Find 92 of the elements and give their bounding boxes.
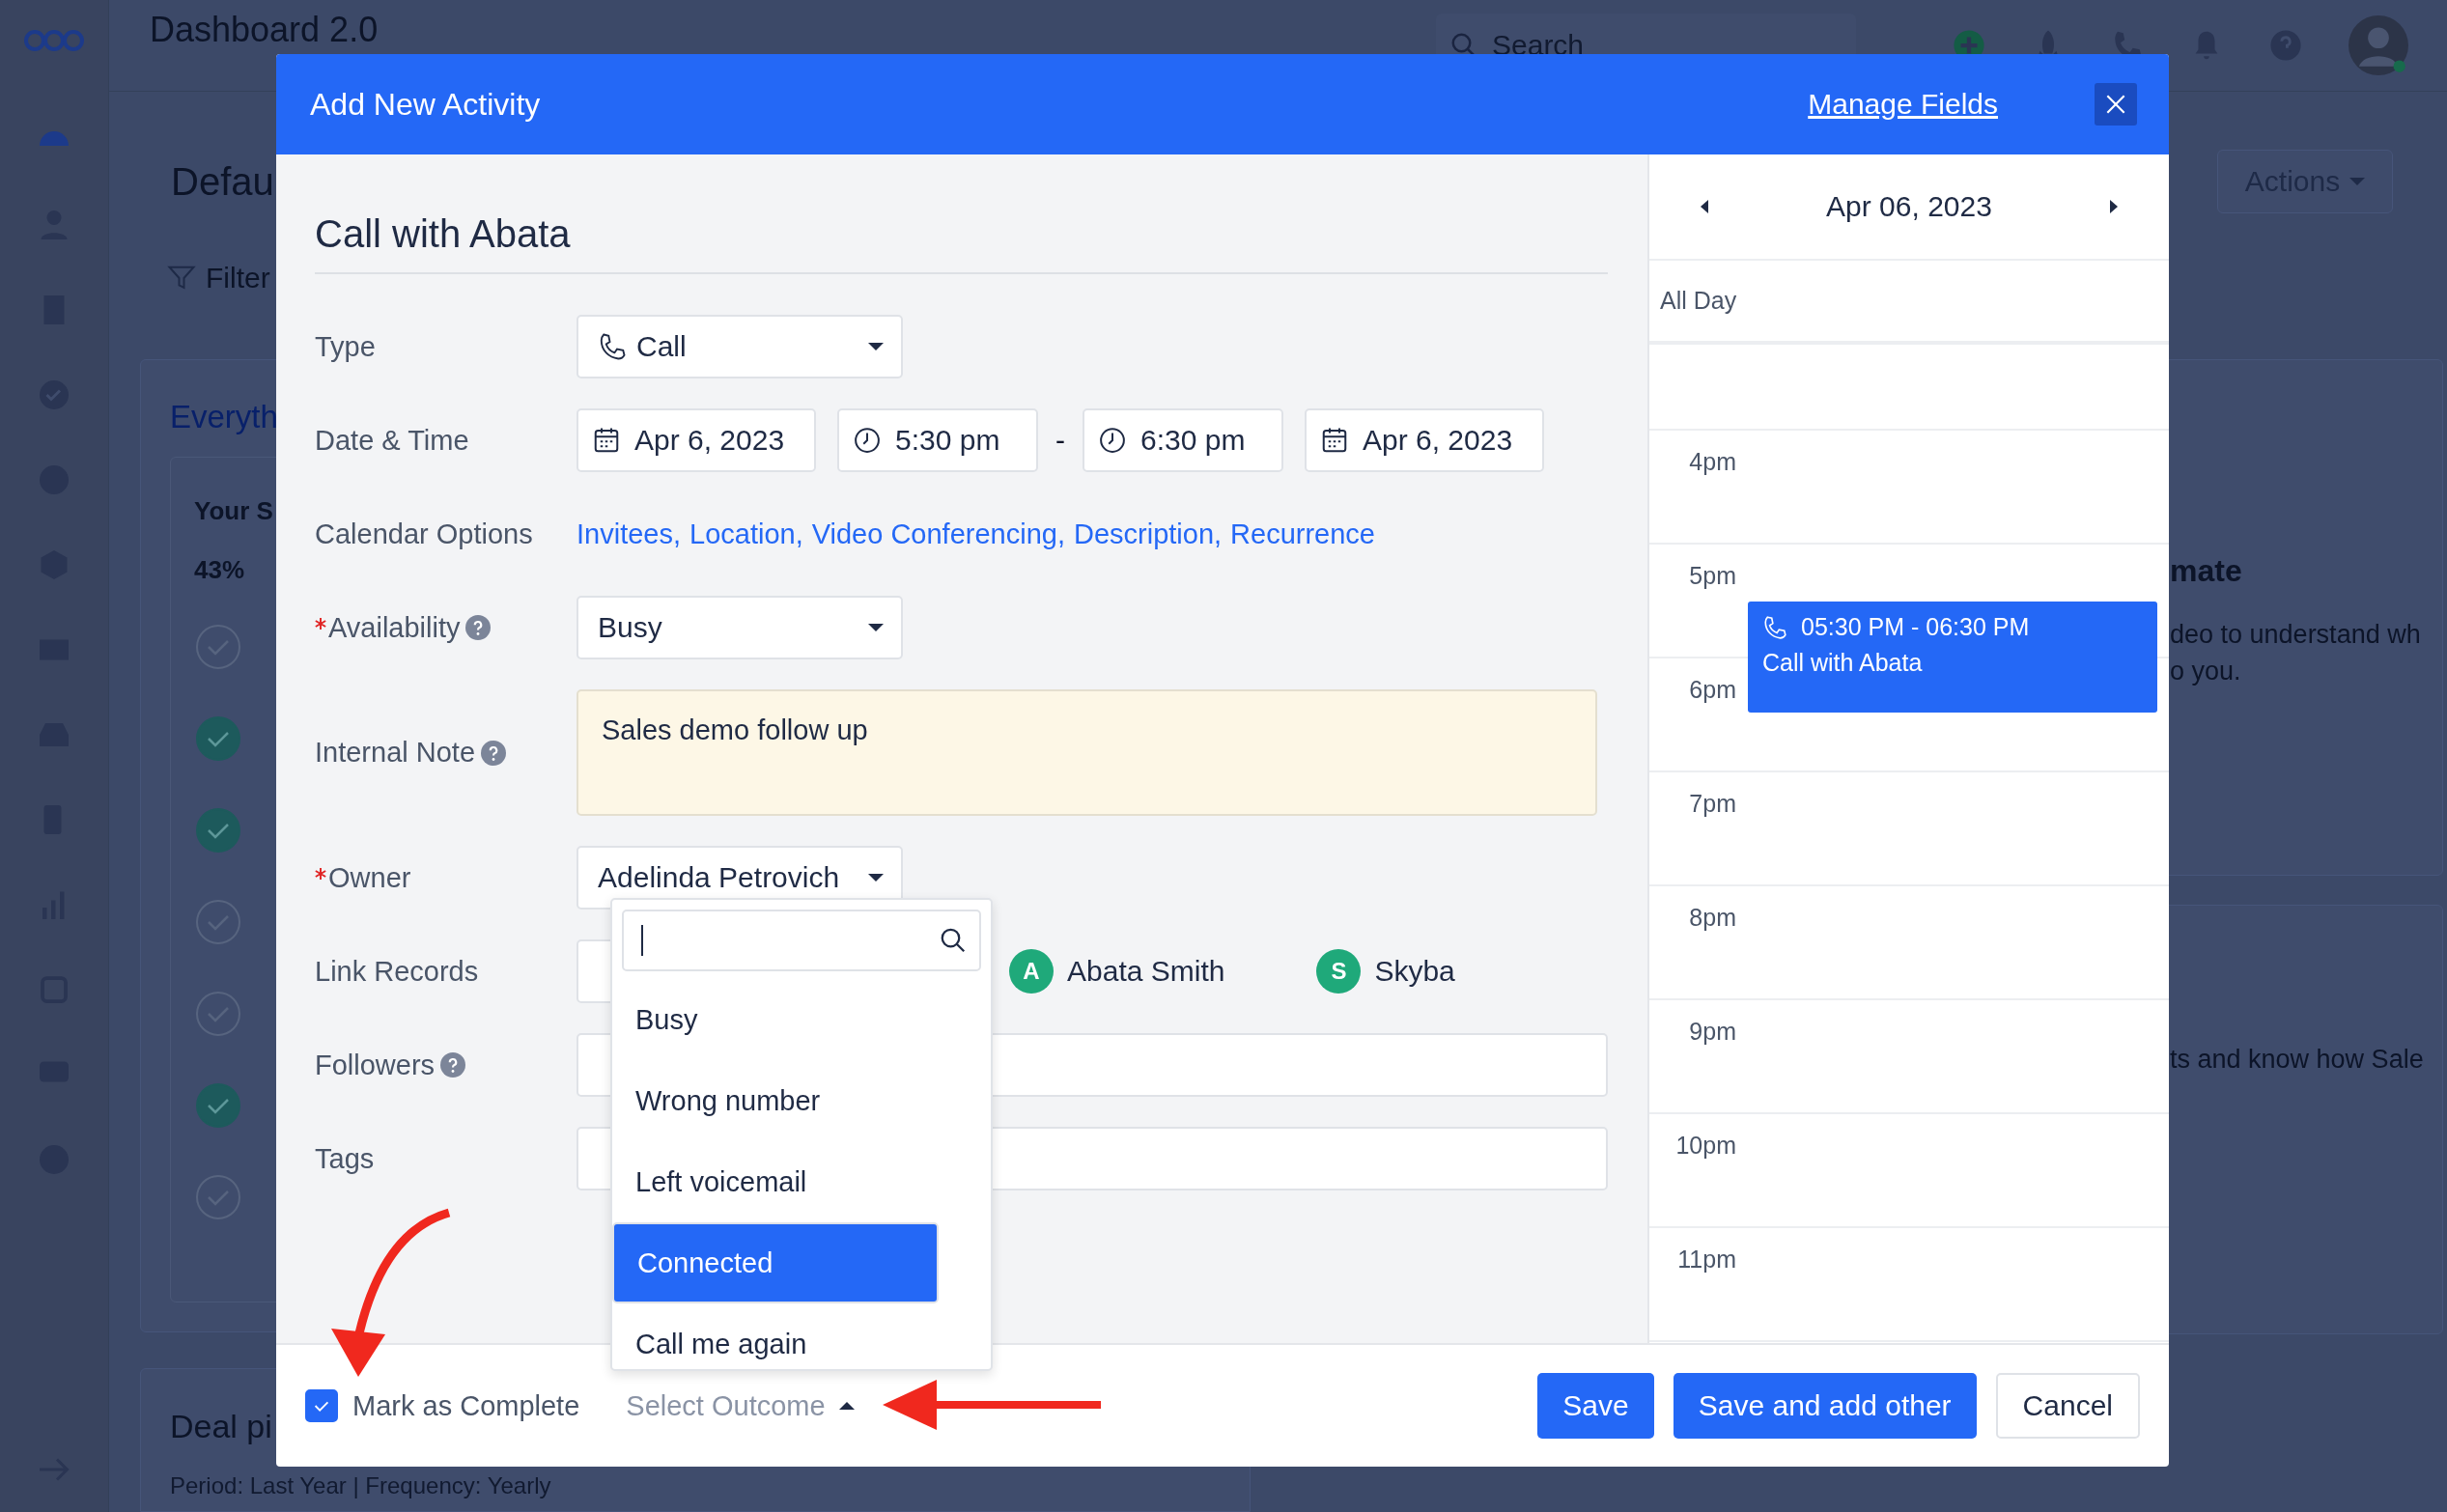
field-label: Type <box>315 330 376 363</box>
hour-label: 6pm <box>1688 675 1736 704</box>
caret-icon <box>868 624 884 631</box>
checked-circle-icon[interactable] <box>195 1082 241 1129</box>
save-button[interactable]: Save <box>1537 1373 1654 1439</box>
close-button[interactable] <box>2095 83 2137 126</box>
progress-text: 43% <box>194 555 246 585</box>
calendar-icon <box>1320 426 1349 455</box>
caret-icon <box>868 343 884 350</box>
card-title: mate <box>2170 553 2243 589</box>
date-field[interactable]: Apr 6, 2023 <box>1305 408 1544 472</box>
caret-icon <box>868 874 884 882</box>
unchecked-circle-icon[interactable] <box>195 1174 241 1220</box>
option-link[interactable]: Invitees, <box>577 518 681 550</box>
checkbox-label: Mark as Complete <box>352 1389 580 1422</box>
activity-title: Call with Abata <box>315 210 1608 274</box>
option-link[interactable]: Video Conferencing, <box>811 518 1065 550</box>
previous-icon[interactable] <box>1699 199 1711 214</box>
clock-icon <box>853 426 882 455</box>
checked-circle-icon[interactable] <box>195 715 241 762</box>
field-label: Followers <box>315 1049 436 1081</box>
all-day-label: All Day <box>1660 287 1737 315</box>
note-field[interactable]: Sales demo follow up <box>577 689 1597 816</box>
time-field[interactable]: 6:30 pm <box>1083 408 1283 472</box>
unchecked-circle-icon[interactable] <box>195 899 241 945</box>
menu-item[interactable]: Connected <box>612 1222 939 1303</box>
event-time: 05:30 PM - 06:30 PM <box>1801 613 2030 641</box>
calendar-event[interactable]: 05:30 PM - 06:30 PM Call with Abata <box>1748 602 2157 713</box>
logo-icon <box>23 29 85 52</box>
card-text: ts and know how Sale <box>2170 1044 2425 1076</box>
card-title: Your S <box>194 496 274 526</box>
period-text: Period: Last Year | Frequency: Yearly <box>169 1472 552 1499</box>
field-label: Tags <box>315 1142 375 1175</box>
dialog-title: Add New Activity <box>310 86 541 123</box>
phone-icon <box>598 332 627 361</box>
initial-avatar: S <box>1316 949 1362 994</box>
field-label: Availability <box>328 611 461 644</box>
manage-fields-link[interactable]: Manage Fields <box>1808 88 1998 121</box>
hour-label: 9pm <box>1688 1017 1736 1046</box>
hour-label: 7pm <box>1688 789 1736 818</box>
search-icon <box>939 926 968 955</box>
calendar-icon <box>592 426 621 455</box>
hour-label: 10pm <box>1674 1131 1736 1160</box>
menu-item[interactable]: Busy <box>612 979 991 1060</box>
date-field[interactable]: Apr 6, 2023 <box>577 408 816 472</box>
help-icon[interactable] <box>481 740 507 766</box>
save-button[interactable]: Save and add other <box>1673 1373 1977 1439</box>
card-text: o you. <box>2170 656 2242 687</box>
hour-label: 11pm <box>1676 1245 1736 1274</box>
time-field[interactable]: 5:30 pm <box>837 408 1038 472</box>
record-name[interactable]: Abata Smith <box>1067 955 1225 988</box>
option-link[interactable]: Description, <box>1073 518 1223 550</box>
help-icon[interactable] <box>440 1052 466 1078</box>
unchecked-circle-icon[interactable] <box>195 624 241 670</box>
help-icon[interactable] <box>465 615 492 640</box>
record-name[interactable]: Skyba <box>1374 955 1455 988</box>
initial-avatar: A <box>1009 949 1054 994</box>
cancel-button[interactable]: Cancel <box>1995 1373 2140 1439</box>
field-label: Date & Time <box>315 424 469 457</box>
event-title: Call with Abata <box>1762 649 1924 677</box>
required-asterisk-icon <box>315 867 326 880</box>
required-asterisk-icon <box>315 617 326 630</box>
page-title: Defau <box>170 159 274 204</box>
range-separator: - <box>1055 424 1065 457</box>
clock-icon <box>1098 426 1127 455</box>
hour-label: 5pm <box>1688 561 1736 590</box>
avatar-icon[interactable] <box>2349 15 2408 75</box>
calendar-date: Apr 06, 2023 <box>1826 190 1992 223</box>
next-icon[interactable] <box>2107 199 2120 214</box>
search-field[interactable] <box>622 910 981 971</box>
field-label: Internal Note <box>315 737 476 769</box>
select-dropdown[interactable]: Busy <box>577 596 903 659</box>
option-link[interactable]: Location, <box>689 518 803 550</box>
hour-label: 4pm <box>1688 447 1736 476</box>
card-text: deo to understand wh <box>2170 619 2422 651</box>
option-link[interactable]: Recurrence <box>1230 518 1375 550</box>
select-dropdown[interactable]: Call <box>577 315 903 378</box>
field-label: Calendar Options <box>315 518 533 550</box>
phone-icon <box>1762 614 1787 640</box>
hour-label: 8pm <box>1688 903 1736 932</box>
app-title: Dashboard 2.0 <box>150 10 379 50</box>
unchecked-circle-icon[interactable] <box>195 991 241 1037</box>
filter-icon[interactable] <box>167 264 196 293</box>
check-circle-icon[interactable] <box>37 378 71 412</box>
menu-item[interactable]: Call me again <box>612 1303 991 1385</box>
field-label: Link Records <box>315 955 479 988</box>
field-label: Owner <box>328 861 411 894</box>
section-title: Everyth <box>170 399 279 435</box>
checkbox[interactable] <box>305 1389 338 1422</box>
checked-circle-icon[interactable] <box>195 807 241 854</box>
menu-item[interactable]: Wrong number <box>612 1060 991 1141</box>
menu-item[interactable]: Left voicemail <box>612 1141 991 1222</box>
